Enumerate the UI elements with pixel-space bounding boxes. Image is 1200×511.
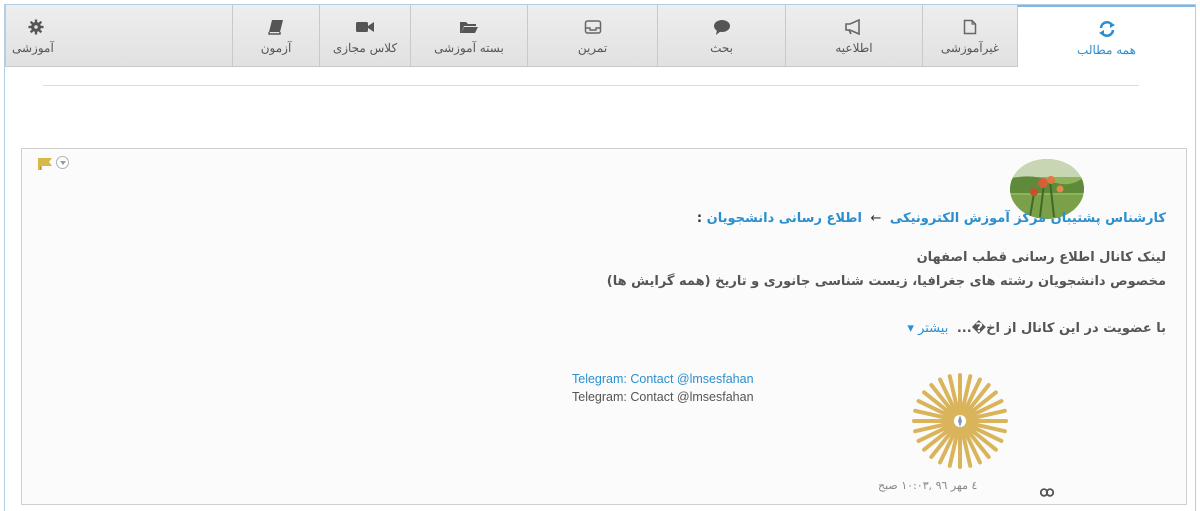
tab-label: آزمون <box>260 41 292 55</box>
tab-all-posts[interactable]: همه مطالب <box>1017 5 1195 67</box>
tab-label: اطلاعیه <box>835 41 873 55</box>
headline-colon: : <box>696 211 703 226</box>
author-name[interactable]: کارشناس پشتیبان مرکز آموزش الکترونیکی <box>890 211 1166 226</box>
post-card: کارشناس پشتیبان مرکز آموزش الکترونیکی ← … <box>21 148 1187 505</box>
tab-exercise[interactable]: تمرین <box>527 5 657 66</box>
post-options-chevron-icon[interactable] <box>56 156 69 169</box>
megaphone-icon <box>842 19 866 35</box>
post-body-line: با عضویت در این کانال از اخ�... بیشتر ▾ <box>907 321 1166 336</box>
post-headline: کارشناس پشتیبان مرکز آموزش الکترونیکی ← … <box>697 211 1166 226</box>
arrow-icon: ← <box>870 211 882 226</box>
author-avatar[interactable] <box>1010 159 1084 219</box>
post-timestamp[interactable]: ٤ مهر ٩٦ ,١٠:٠٣ صبح <box>878 479 977 492</box>
gear-icon <box>24 19 48 35</box>
tab-discussion[interactable]: بحث <box>657 5 785 66</box>
post-excerpt: با عضویت در این کانال از اخ�... <box>956 321 1166 336</box>
tab-educational-package[interactable]: بسته آموزشی <box>410 5 527 66</box>
tab-label: همه مطالب <box>1077 43 1136 57</box>
inbox-icon <box>581 19 605 35</box>
tab-label: بسته آموزشی <box>434 41 504 55</box>
refresh-icon <box>1095 21 1119 37</box>
tab-exam[interactable]: آزمون <box>232 5 319 66</box>
link-icon <box>1039 482 1055 501</box>
filter-tab-bar: همه مطالب غیرآموزشی اطلاعیه بحث تمرین بس… <box>5 5 1195 67</box>
post-body-line: لینک کانال اطلاع رسانی قطب اصفهان <box>916 250 1166 265</box>
tab-label: آموزشی <box>12 41 54 55</box>
link-preview-url: Telegram: Contact @lmsesfahan <box>572 390 754 404</box>
link-preview-title[interactable]: Telegram: Contact @lmsesfahan <box>572 372 754 386</box>
channel-logo[interactable] <box>910 371 1010 471</box>
flag-icon[interactable] <box>36 156 56 175</box>
speech-bubble-icon <box>710 19 734 35</box>
folder-icon <box>457 19 481 35</box>
tab-announcement[interactable]: اطلاعیه <box>785 5 922 66</box>
book-icon <box>264 19 288 35</box>
tab-label: کلاس مجازی <box>332 41 398 55</box>
read-more-link[interactable]: بیشتر ▾ <box>907 321 948 336</box>
tab-non-educational[interactable]: غیرآموزشی <box>922 5 1017 66</box>
stream-panel: همه مطالب غیرآموزشی اطلاعیه بحث تمرین بس… <box>4 4 1196 511</box>
divider <box>43 85 1139 86</box>
tab-label: تمرین <box>577 41 608 55</box>
tab-educational[interactable]: آموزشی <box>5 5 232 66</box>
tab-label: غیرآموزشی <box>940 41 1000 55</box>
post-body-line: مخصوص دانشجویان رشته های جغرافیا، زیست ش… <box>606 274 1166 289</box>
tab-label: بحث <box>710 41 733 55</box>
tab-virtual-class[interactable]: کلاس مجازی <box>319 5 410 66</box>
document-icon <box>958 19 982 35</box>
video-camera-icon <box>353 19 377 35</box>
target-group[interactable]: اطلاع رسانی دانشجویان <box>707 211 862 226</box>
